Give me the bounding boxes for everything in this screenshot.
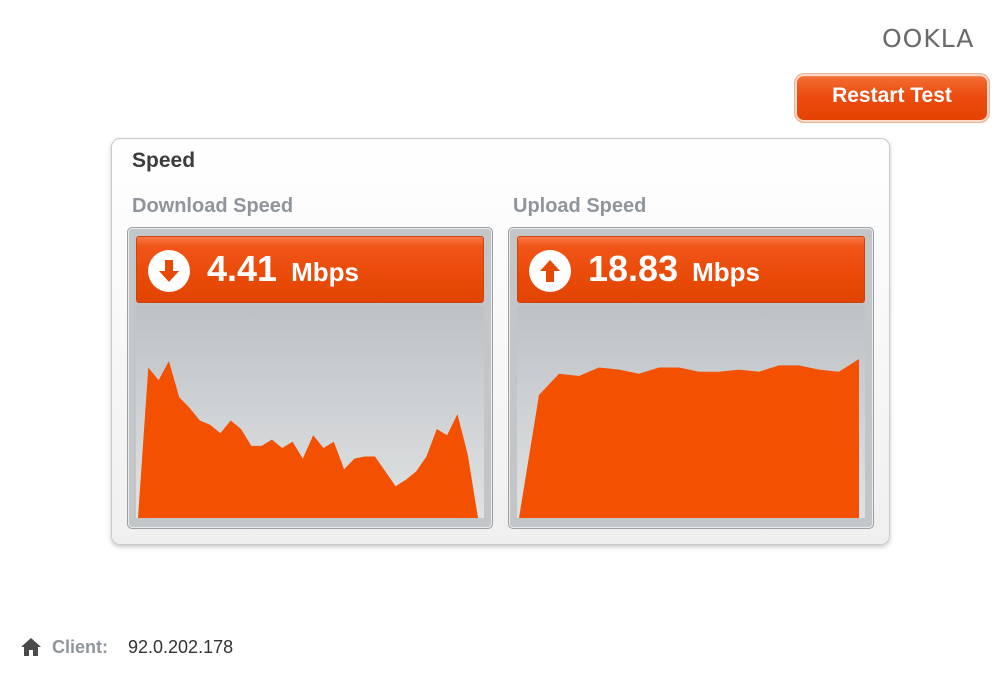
upload-speed-banner: 18.83 Mbps <box>517 236 865 303</box>
panel-title: Speed <box>132 149 196 172</box>
client-info: Client: 92.0.202.178 <box>20 634 233 660</box>
upload-graph <box>517 306 865 518</box>
download-graph-svg <box>138 361 478 518</box>
arrow-up-circle-icon <box>529 250 571 292</box>
upload-card: 18.83 Mbps <box>508 227 874 529</box>
download-area <box>138 361 478 518</box>
download-card: 4.41 Mbps <box>127 227 493 529</box>
home-icon <box>21 638 41 656</box>
restart-test-button[interactable]: Restart Test <box>794 73 990 123</box>
client-label: Client: <box>52 636 108 657</box>
download-speed-value: 4.41 Mbps <box>207 247 359 294</box>
speed-panel: Speed Download Speed Upload Speed 4.41 M… <box>111 138 890 545</box>
upload-speed-unit: Mbps <box>692 257 760 287</box>
upload-speed-value: 18.83 Mbps <box>588 247 760 294</box>
download-speed-unit: Mbps <box>291 257 359 287</box>
ookla-logo: OOKLA <box>882 24 982 54</box>
ookla-logo-text: OOKLA <box>882 24 975 53</box>
arrow-down-circle-icon <box>148 250 190 292</box>
upload-graph-svg <box>519 359 859 518</box>
client-ip: 92.0.202.178 <box>128 636 234 657</box>
download-graph <box>136 306 484 518</box>
upload-speed-label: Upload Speed <box>513 195 647 217</box>
upload-area <box>519 359 859 518</box>
download-speed-number: 4.41 <box>207 248 278 289</box>
upload-speed-number: 18.83 <box>588 248 679 289</box>
download-speed-banner: 4.41 Mbps <box>136 236 484 303</box>
download-speed-label: Download Speed <box>132 195 294 217</box>
